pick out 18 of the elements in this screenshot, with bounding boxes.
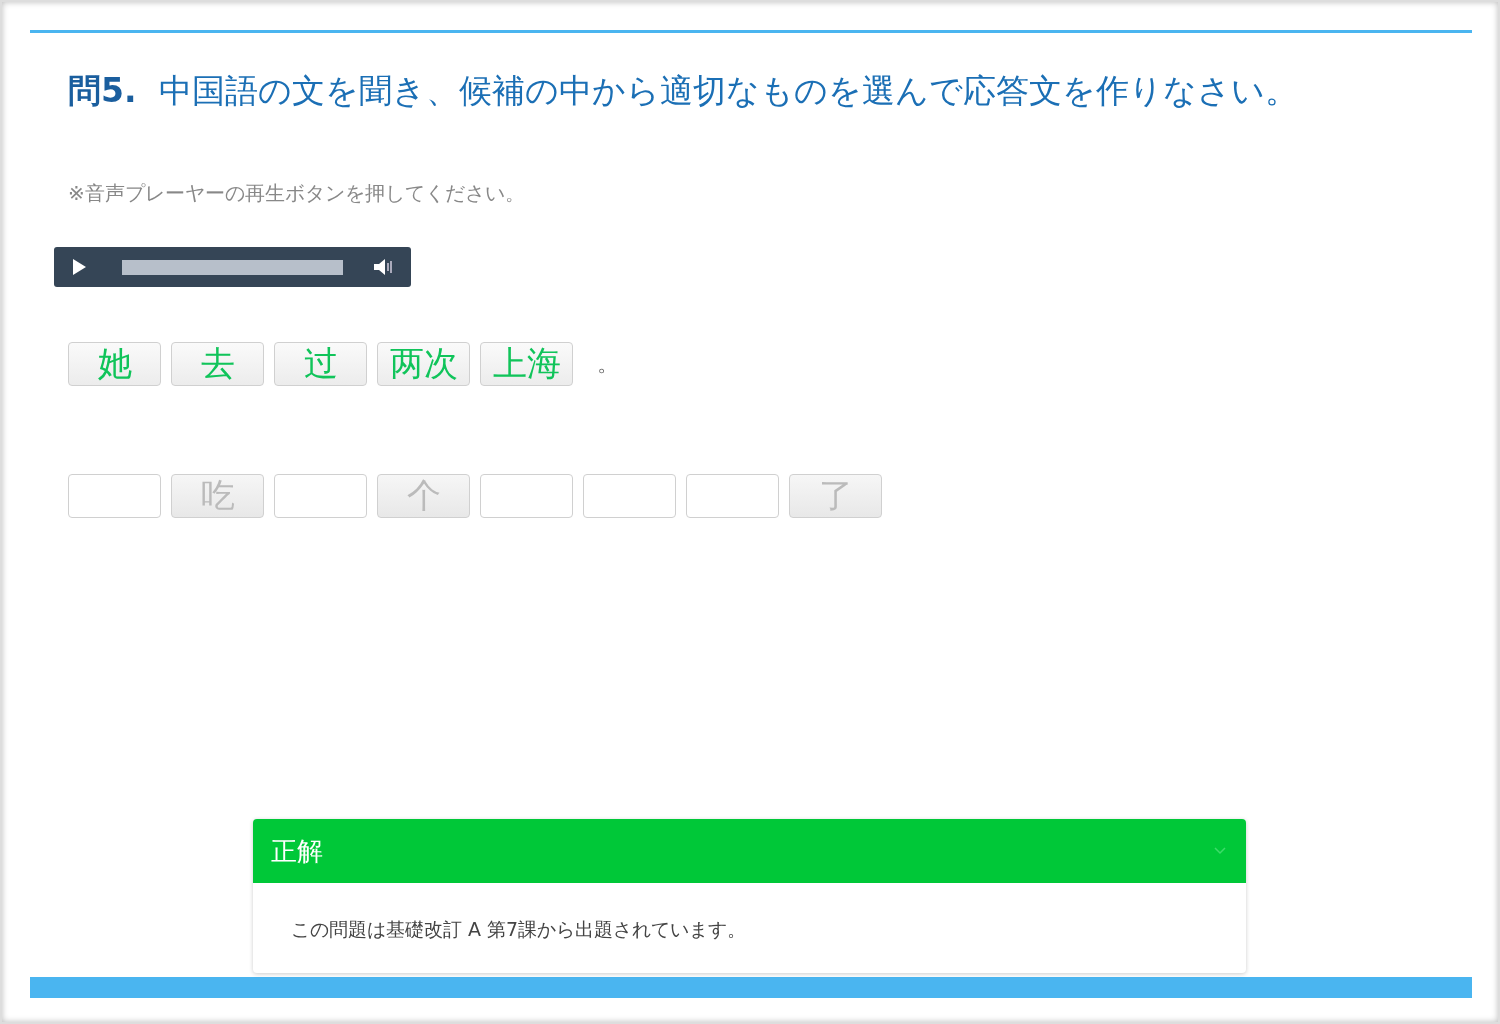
progress-track[interactable] [122,259,343,275]
word-tile[interactable]: 过 [274,342,367,386]
word-tile[interactable]: 两次 [377,342,470,386]
question-number: 問5. [68,70,137,112]
word-tile[interactable]: 吃 [171,474,264,518]
word-tile[interactable]: 了 [789,474,882,518]
word-tile[interactable]: 去 [171,342,264,386]
panel-header[interactable]: 正解 [253,819,1246,883]
sentence-period: 。 [597,350,619,378]
panel-title: 正解 [271,835,323,868]
question-text: 中国語の文を聞き、候補の中から適切なものを選んで応答文を作りなさい。 [158,70,1298,112]
volume-icon[interactable] [373,258,395,276]
play-icon[interactable] [72,259,86,275]
panel-message: この問題は基礎改訂 A 第7課から出題されています。 [291,918,747,940]
word-tile[interactable]: 个 [377,474,470,518]
instruction-text: ※音声プレーヤーの再生ボタンを押してください。 [68,180,526,207]
word-tile[interactable]: 她 [68,342,161,386]
word-tile[interactable]: 上海 [480,342,573,386]
